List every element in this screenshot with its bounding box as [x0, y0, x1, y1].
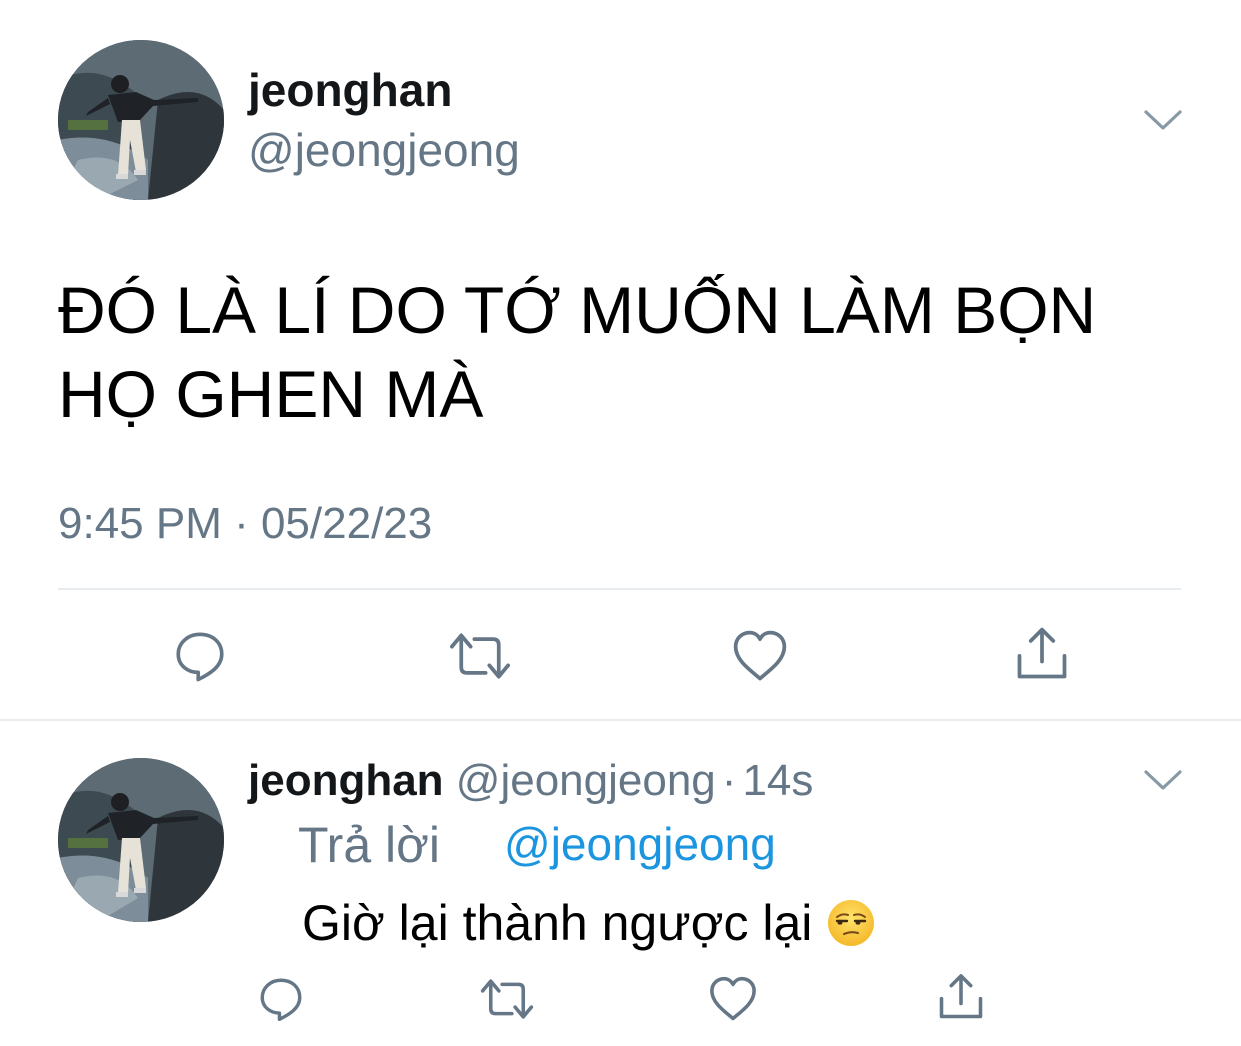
reply-text-row: Giờ lại thành ngược lại	[302, 892, 876, 954]
avatar[interactable]	[58, 40, 224, 200]
reply-author-handle[interactable]: @jeongjeong	[456, 756, 716, 805]
retweet-icon[interactable]	[444, 624, 516, 688]
share-icon[interactable]	[1010, 622, 1074, 686]
retweet-icon[interactable]	[476, 972, 538, 1026]
tweet-text: ĐÓ LÀ LÍ DO TỚ MUỐN LÀM BỌN HỌ GHEN MÀ	[58, 273, 1097, 431]
reply-icon[interactable]	[168, 624, 232, 688]
unamused-face-emoji	[826, 898, 876, 948]
chevron-down-icon[interactable]	[1142, 764, 1184, 794]
reply-author-display-name[interactable]: jeonghan	[248, 756, 444, 805]
reply-icon[interactable]	[254, 972, 308, 1026]
divider	[58, 588, 1181, 590]
tweet-separator	[0, 719, 1241, 721]
replying-to-label: Trả lời	[298, 817, 441, 873]
reply-header: jeonghan @jeongjeong · 14s	[248, 753, 813, 809]
tweet-timestamp[interactable]: 9:45 PM · 05/22/23	[58, 496, 432, 552]
share-icon[interactable]	[934, 970, 988, 1024]
reply-text: Giờ lại thành ngược lại	[302, 895, 813, 951]
reply-avatar[interactable]	[58, 758, 224, 922]
reply-timestamp[interactable]: 14s	[742, 756, 813, 805]
author-handle[interactable]: @jeongjeong	[248, 122, 520, 178]
author-display-name[interactable]: jeonghan	[248, 62, 452, 118]
like-icon[interactable]	[706, 972, 760, 1026]
like-icon[interactable]	[728, 624, 792, 688]
replying-to-handle-link[interactable]: @jeongjeong	[504, 815, 776, 873]
separator-dot: ·	[721, 756, 737, 805]
chevron-down-icon[interactable]	[1142, 104, 1184, 134]
